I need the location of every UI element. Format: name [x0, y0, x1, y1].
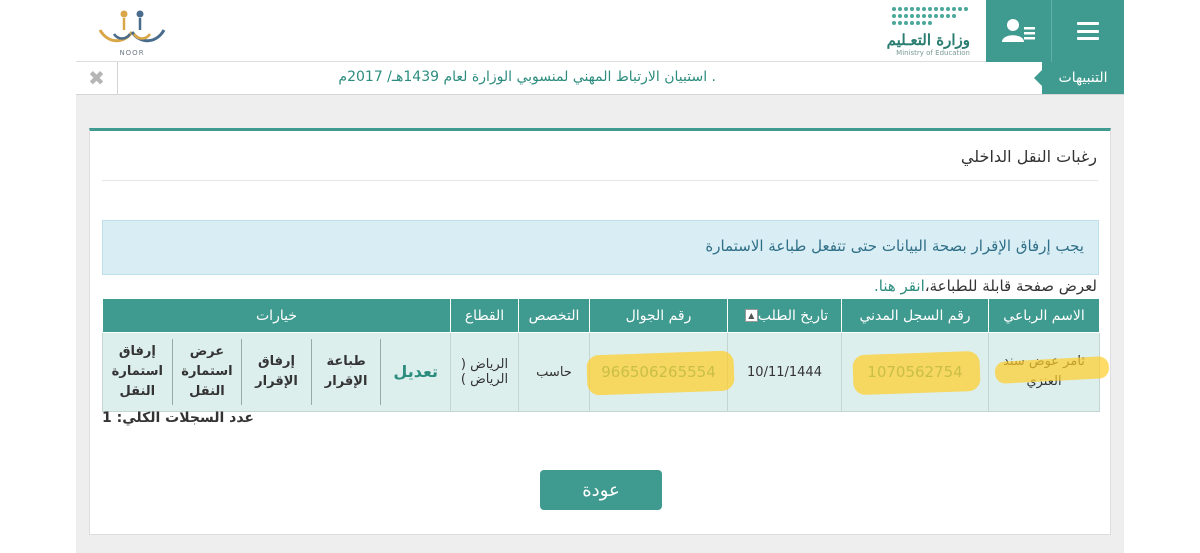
noor-logo-text: NOOR: [119, 49, 145, 57]
alerts-close-button[interactable]: ✖: [76, 62, 118, 94]
column-header-options: خيارات: [102, 298, 451, 333]
cell-name: ثامر عوض سند العنزي: [988, 332, 1100, 412]
user-menu-button[interactable]: [986, 0, 1052, 62]
requests-table: الاسم الرباعي رقم السجل المدني تاريخ الط…: [102, 298, 1100, 412]
ministry-dots-icon: [892, 7, 968, 25]
cell-date: 10/11/1444: [727, 332, 842, 412]
info-alert: يجب إرفاق الإقرار بصحة البيانات حتى تتفع…: [102, 220, 1099, 275]
top-header: وزارة التعـليم Ministry of Education NOO…: [76, 0, 1124, 62]
column-header-specialty: التخصص: [518, 298, 590, 333]
title-divider: [102, 180, 1098, 181]
hamburger-icon: [1077, 22, 1099, 40]
row-actions: تعديل طباعة الإقرار إرفاق الإقرار عرض اس…: [103, 339, 450, 405]
cell-specialty: حاسب: [518, 332, 590, 412]
edit-link[interactable]: تعديل: [380, 339, 450, 405]
close-icon: ✖: [88, 66, 105, 90]
print-hint-text: لعرض صفحة قابلة للطباعة،: [924, 277, 1097, 295]
noor-emblem-icon: [98, 10, 166, 43]
column-header-sector: القطاع: [450, 298, 519, 333]
table-header-row: الاسم الرباعي رقم السجل المدني تاريخ الط…: [102, 298, 1100, 333]
print-hint: لعرض صفحة قابلة للطباعة،انقر هنا.: [874, 277, 1097, 295]
alerts-label: التنبيهات: [1034, 62, 1124, 94]
mobile-masked: 966506265554: [601, 363, 716, 381]
column-header-id: رقم السجل المدني: [841, 298, 989, 333]
table-row: ثامر عوض سند العنزي 1070562754 10/11/144…: [102, 332, 1100, 412]
ministry-logo: وزارة التعـليم Ministry of Education: [850, 5, 970, 59]
records-total: عدد السجلات الكلي: 1: [102, 410, 254, 426]
info-alert-text: يجب إرفاق الإقرار بصحة البيانات حتى تتفع…: [705, 237, 1084, 255]
cell-id: 1070562754: [841, 332, 989, 412]
page-frame: وزارة التعـليم Ministry of Education NOO…: [76, 0, 1124, 553]
column-header-date-label: تاريخ الطلب: [757, 307, 829, 324]
cell-options: تعديل طباعة الإقرار إرفاق الإقرار عرض اس…: [102, 332, 451, 412]
column-header-date[interactable]: تاريخ الطلب▲: [727, 298, 842, 333]
attach-acknowledgement-link[interactable]: إرفاق الإقرار: [241, 339, 311, 405]
menu-button[interactable]: [1052, 0, 1124, 62]
attach-transfer-form-link[interactable]: إرفاق استمارة النقل: [103, 339, 172, 405]
view-transfer-form-link[interactable]: عرض استمارة النقل: [171, 339, 242, 405]
column-header-name: الاسم الرباعي: [988, 298, 1100, 333]
print-acknowledgement-link[interactable]: طباعة الإقرار: [310, 339, 381, 405]
user-list-icon: [1001, 19, 1035, 42]
transfer-requests-panel: رغبات النقل الداخلي يجب إرفاق الإقرار بص…: [89, 128, 1111, 535]
ministry-name-ar: وزارة التعـليم: [886, 31, 970, 49]
cell-mobile: 966506265554: [589, 332, 728, 412]
column-header-mobile: رقم الجوال: [589, 298, 728, 333]
alerts-ticker-text[interactable]: . استبيان الارتباط المهني لمنسوبي الوزار…: [338, 69, 716, 85]
noor-logo: NOOR: [94, 4, 170, 58]
ministry-name-en: Ministry of Education: [896, 49, 970, 57]
print-link[interactable]: انقر هنا.: [874, 277, 925, 295]
alerts-bar: التنبيهات . استبيان الارتباط المهني لمنس…: [76, 62, 1124, 95]
sort-icon[interactable]: ▲: [744, 309, 758, 322]
civil-id-masked: 1070562754: [867, 363, 963, 381]
page-title: رغبات النقل الداخلي: [960, 147, 1097, 166]
cell-sector: الرياض ( الرياض ): [450, 332, 519, 412]
back-button[interactable]: عودة: [540, 470, 662, 510]
